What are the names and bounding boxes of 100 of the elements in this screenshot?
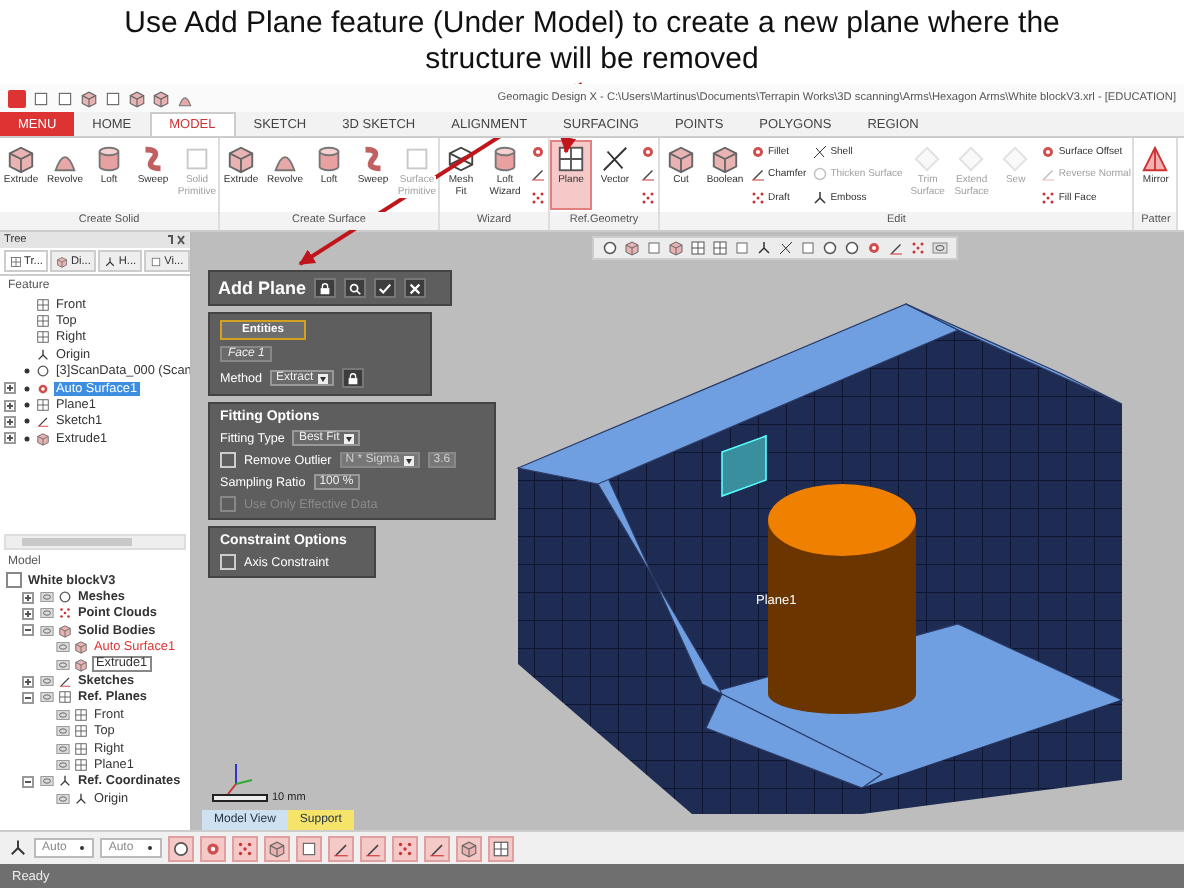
line-icon bbox=[812, 143, 829, 160]
ring-icon bbox=[866, 240, 882, 256]
cube-icon bbox=[666, 144, 696, 174]
check-icon bbox=[378, 281, 393, 295]
grid-icon bbox=[556, 144, 586, 174]
expand-icon[interactable] bbox=[4, 399, 16, 412]
expand-icon[interactable] bbox=[4, 432, 16, 445]
cube-icon bbox=[459, 839, 478, 857]
expand-icon[interactable] bbox=[22, 607, 34, 620]
lock-button[interactable] bbox=[314, 278, 337, 298]
cube-icon bbox=[36, 431, 50, 446]
cylinder-icon bbox=[314, 144, 344, 174]
toolbar-button[interactable] bbox=[199, 835, 226, 861]
dots-icon bbox=[58, 606, 72, 621]
expand-icon[interactable] bbox=[4, 382, 16, 395]
lock-button[interactable] bbox=[341, 368, 364, 388]
toolbar-button[interactable] bbox=[455, 835, 482, 861]
toolbar-button[interactable] bbox=[295, 835, 322, 861]
lock-icon bbox=[318, 281, 333, 295]
dots-icon bbox=[1040, 190, 1057, 207]
pencil-icon bbox=[331, 839, 350, 857]
ribbon-icon-button[interactable] bbox=[528, 164, 548, 185]
collapse-icon[interactable] bbox=[22, 691, 34, 704]
square-icon bbox=[646, 240, 662, 256]
caret-icon bbox=[343, 433, 354, 443]
expand-icon[interactable] bbox=[22, 591, 34, 604]
eye-icon bbox=[932, 240, 948, 256]
dots-icon bbox=[530, 190, 546, 207]
toolbar-button[interactable] bbox=[391, 835, 418, 861]
circle-icon bbox=[812, 166, 829, 183]
checkbox[interactable] bbox=[220, 554, 236, 570]
lock-icon bbox=[345, 371, 360, 385]
toolbar-button[interactable] bbox=[327, 835, 354, 861]
checkbox[interactable] bbox=[220, 452, 236, 468]
grid-icon bbox=[36, 398, 50, 413]
diamond-icon bbox=[912, 144, 943, 174]
search-icon bbox=[348, 281, 363, 295]
pencil-icon bbox=[530, 166, 546, 183]
panel-title: Add Plane bbox=[218, 278, 307, 298]
square-icon bbox=[56, 89, 74, 107]
ribbon-icon-button[interactable] bbox=[638, 141, 658, 162]
circle-icon bbox=[822, 240, 838, 256]
axes-icon bbox=[8, 838, 28, 858]
axes-icon bbox=[104, 255, 117, 267]
ribbon-icon-button[interactable] bbox=[638, 188, 658, 209]
ring-icon bbox=[203, 839, 222, 857]
toolbar-button[interactable] bbox=[231, 835, 258, 861]
cube-icon bbox=[56, 255, 69, 267]
diamond-icon bbox=[956, 144, 987, 174]
square-icon bbox=[800, 240, 816, 256]
toolbar-button[interactable] bbox=[359, 835, 386, 861]
close-icon bbox=[408, 281, 423, 295]
expand-icon[interactable] bbox=[22, 675, 34, 688]
cube-icon bbox=[226, 144, 256, 174]
toolbar-button[interactable] bbox=[487, 835, 514, 861]
ribbon-icon-button[interactable] bbox=[638, 164, 658, 185]
cube-icon bbox=[710, 144, 740, 174]
toolbar-button[interactable] bbox=[263, 835, 290, 861]
collapse-icon[interactable] bbox=[22, 775, 34, 788]
expand-icon[interactable] bbox=[4, 415, 16, 428]
diamond-icon bbox=[1000, 144, 1031, 174]
pin-close-icon bbox=[166, 234, 186, 246]
cube-icon bbox=[80, 89, 98, 107]
axes-icon bbox=[756, 240, 772, 256]
square-icon bbox=[32, 89, 50, 107]
cylinder-icon bbox=[94, 144, 124, 174]
ok-button[interactable] bbox=[374, 278, 397, 298]
toolbar-button[interactable] bbox=[167, 835, 194, 861]
circle-icon bbox=[171, 839, 190, 857]
cube-icon bbox=[668, 240, 684, 256]
pencil-icon bbox=[750, 166, 766, 183]
dots-icon bbox=[640, 190, 656, 207]
checkbox[interactable] bbox=[6, 572, 22, 589]
search-button[interactable] bbox=[344, 278, 367, 298]
circle-icon bbox=[36, 364, 50, 379]
circle-icon bbox=[602, 240, 618, 256]
cylinder-icon bbox=[490, 144, 520, 174]
dots-icon bbox=[910, 240, 926, 256]
dots-icon bbox=[235, 839, 254, 857]
cube-icon bbox=[152, 89, 170, 107]
cube-icon bbox=[6, 144, 36, 174]
cube-icon bbox=[267, 839, 286, 857]
square-icon bbox=[104, 89, 122, 107]
grid-icon bbox=[491, 839, 510, 857]
axes-icon bbox=[36, 347, 50, 362]
circle-icon bbox=[844, 240, 860, 256]
cancel-button[interactable] bbox=[404, 278, 427, 298]
dots-icon bbox=[750, 190, 766, 207]
square-icon bbox=[182, 144, 212, 174]
collapse-icon[interactable] bbox=[22, 624, 34, 637]
axes-icon bbox=[812, 190, 829, 207]
app-logo-icon bbox=[8, 89, 26, 107]
ribbon-icon-button[interactable] bbox=[528, 141, 548, 162]
ring-icon bbox=[1040, 143, 1057, 160]
pencil-icon bbox=[36, 414, 50, 429]
grid-icon bbox=[712, 240, 728, 256]
cube-icon bbox=[624, 240, 640, 256]
grid-icon bbox=[690, 240, 706, 256]
ribbon-icon-button[interactable] bbox=[528, 188, 548, 209]
toolbar-button[interactable] bbox=[423, 835, 450, 861]
